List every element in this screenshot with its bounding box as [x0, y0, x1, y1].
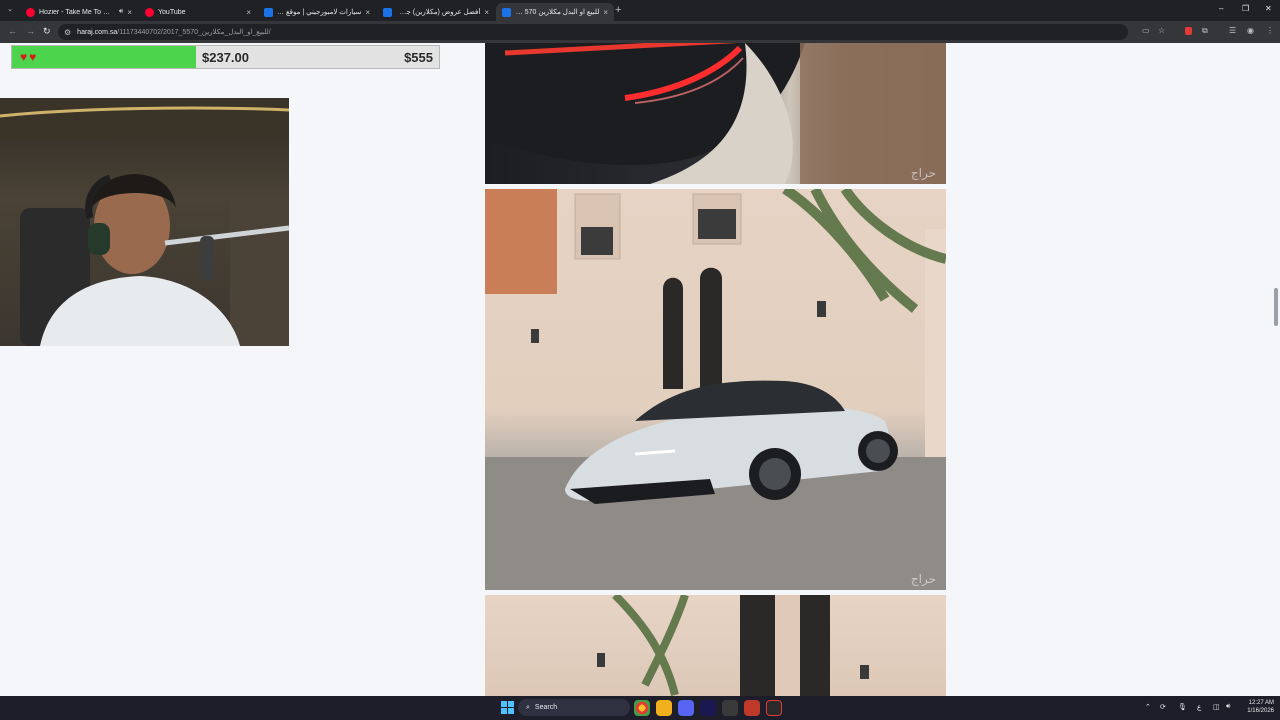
webcam-overlay: [0, 98, 289, 346]
tab-title: للبيع او البدل مكلارين 570 2017: [515, 9, 600, 16]
cast-icon[interactable]: ▭: [1142, 26, 1150, 35]
tab-youtube[interactable]: YouTube ×: [139, 3, 257, 21]
close-tab-icon[interactable]: ×: [365, 8, 370, 17]
record-extension-icon[interactable]: [1185, 27, 1192, 35]
url-text[interactable]: haraj.com.sa/11173440702/للبيع_او_البدل_…: [77, 28, 270, 36]
back-button[interactable]: ←: [8, 26, 17, 36]
taskbar-search[interactable]: ⌕ Search: [518, 699, 630, 716]
restore-button[interactable]: ❐: [1242, 4, 1249, 13]
taskbar-clock[interactable]: 12:27 AM 1/16/2026: [1240, 699, 1274, 715]
bookmark-star-icon[interactable]: ☆: [1158, 26, 1165, 35]
youtube-icon: [145, 7, 154, 17]
tab-title: Hozier - Take Me To Church: [39, 8, 115, 16]
listing-photo-rear-taillight[interactable]: حراج: [485, 43, 946, 184]
tab-hozier[interactable]: Hozier - Take Me To Church 🔊︎ ×: [20, 3, 138, 21]
tab-mclaren-570-listing[interactable]: للبيع او البدل مكلارين 570 2017 ×: [496, 3, 614, 21]
close-tab-icon[interactable]: ×: [246, 8, 251, 17]
close-tab-icon[interactable]: ×: [127, 8, 132, 17]
taillight-illustration: [485, 43, 946, 184]
search-icon: ⌕: [526, 703, 530, 711]
reload-button[interactable]: ↻: [43, 26, 51, 37]
file-explorer-icon[interactable]: [656, 700, 672, 716]
tab-mclaren-offers[interactable]: أفضل عروض (مكلارين) جديد و ... ×: [377, 3, 495, 21]
browser-toolbar: ← → ↻ ⚙︎ haraj.com.sa/11173440702/للبيع_…: [0, 21, 1280, 43]
microphone-tray-icon[interactable]: 🎙︎: [1178, 703, 1187, 711]
tab-strip: ⌄ Hozier - Take Me To Church 🔊︎ × YouTub…: [0, 0, 1280, 21]
haraj-icon: [264, 7, 273, 17]
tab-search-menu-icon[interactable]: ⌄: [4, 4, 16, 16]
minimize-button[interactable]: –: [1219, 4, 1223, 13]
obs-studio-icon[interactable]: [766, 700, 782, 716]
haraj-icon: [502, 7, 511, 17]
haraj-watermark: حراج: [910, 572, 936, 586]
donation-progress-fill: [12, 46, 196, 68]
listing-photo-mclaren-570s[interactable]: حراج: [485, 189, 946, 590]
url-host: haraj.com.sa: [77, 29, 118, 36]
wifi-icon[interactable]: ◫: [1213, 703, 1220, 711]
input-language-indicator[interactable]: ع: [1197, 703, 1201, 711]
show-hidden-icons-chevron[interactable]: ⌃: [1145, 703, 1151, 711]
page-scrollbar-thumb[interactable]: [1274, 288, 1278, 326]
new-tab-button[interactable]: +: [615, 4, 621, 16]
windows-start-icon[interactable]: [501, 701, 514, 714]
tab-lamborghini[interactable]: سيارات لامبورجيني | موقع حراج ×: [258, 3, 376, 21]
building-illustration: [597, 595, 869, 696]
network-tray-icon[interactable]: ⟳: [1160, 703, 1166, 711]
volume-icon[interactable]: 🔊︎: [1226, 703, 1230, 711]
profile-avatar[interactable]: ◉: [1247, 26, 1254, 35]
close-window-button[interactable]: ✕: [1265, 4, 1272, 13]
obs-record-icon[interactable]: [744, 700, 760, 716]
menu-kebab-icon[interactable]: ⋮: [1266, 26, 1274, 35]
premiere-pro-icon[interactable]: [700, 700, 716, 716]
listing-photo-front-view[interactable]: [485, 595, 946, 696]
close-tab-icon[interactable]: ×: [484, 8, 489, 17]
chrome-icon[interactable]: [634, 700, 650, 716]
address-bar[interactable]: ⚙︎ haraj.com.sa/11173440702/للبيع_او_الب…: [58, 24, 1128, 40]
windows-taskbar: ⌕ Search ⌃ ⟳ 🎙︎ ع ◫ 🔊︎ 12:27 AM 1/16/202…: [0, 696, 1280, 720]
donation-goal-amount: $555: [404, 50, 433, 65]
tab-title: سيارات لامبورجيني | موقع حراج: [277, 9, 362, 16]
youtube-icon: [26, 7, 35, 17]
close-tab-icon[interactable]: ×: [603, 8, 608, 17]
clock-time: 12:27 AM: [1248, 700, 1274, 706]
donation-current-amount: $237.00: [202, 50, 249, 65]
donation-goal-bar: ♥♥ $237.00 $555: [11, 45, 440, 69]
url-path: /11173440702/للبيع_او_البدل_مكلارين_5570…: [117, 29, 271, 36]
heart-icons: ♥♥: [20, 50, 39, 64]
mclaren-scene-illustration: [485, 189, 946, 590]
reading-list-icon[interactable]: ☰: [1229, 26, 1236, 35]
haraj-watermark: حراج: [910, 166, 936, 180]
discord-icon[interactable]: [678, 700, 694, 716]
speaker-icon[interactable]: 🔊︎: [119, 8, 123, 16]
forward-button[interactable]: →: [26, 26, 35, 36]
clock-date: 1/16/2026: [1247, 708, 1274, 714]
extensions-icon[interactable]: ⧉: [1202, 26, 1208, 36]
capcut-icon[interactable]: [722, 700, 738, 716]
taskbar-search-label: Search: [534, 704, 558, 711]
tab-title: YouTube: [158, 8, 186, 16]
haraj-icon: [383, 7, 392, 17]
tab-title: أفضل عروض (مكلارين) جديد و ...: [396, 9, 481, 16]
streamer-webcam-illustration: [0, 98, 289, 346]
site-info-icon[interactable]: ⚙︎: [64, 28, 71, 37]
